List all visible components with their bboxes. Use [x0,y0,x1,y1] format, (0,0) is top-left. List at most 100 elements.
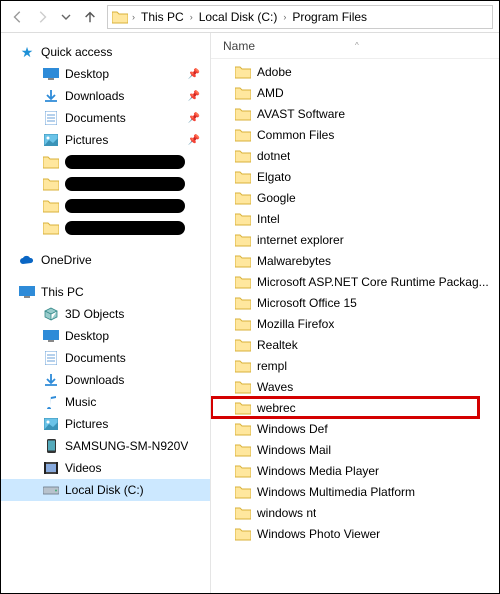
folder-name: AVAST Software [257,107,345,121]
forward-button[interactable] [31,6,53,28]
folder-row[interactable]: Malwarebytes [211,250,499,271]
folder-icon [43,198,59,214]
folder-row[interactable]: Adobe [211,61,499,82]
nav-label: Pictures [65,133,108,147]
folder-row[interactable]: Google [211,187,499,208]
nav-music[interactable]: Music [1,391,210,413]
folder-icon [235,421,251,437]
folder-name: rempl [257,359,287,373]
nav-desktop[interactable]: Desktop 📌 [1,63,210,85]
folder-row[interactable]: internet explorer [211,229,499,250]
folder-name: Windows Media Player [257,464,379,478]
folder-icon [235,295,251,311]
folder-icon [235,400,251,416]
folder-icon [235,127,251,143]
folder-row[interactable]: Realtek [211,334,499,355]
nav-label: Desktop [65,67,109,81]
redacted-label [65,199,185,213]
nav-redacted-4[interactable] [1,217,210,239]
folder-row[interactable]: Windows Def [211,418,499,439]
pictures-icon [43,132,59,148]
phone-icon [43,438,59,454]
folder-row[interactable]: AMD [211,82,499,103]
nav-redacted-2[interactable] [1,173,210,195]
pin-icon: 📌 [188,91,200,102]
desktop-icon [43,66,59,82]
redacted-label [65,177,185,191]
document-icon [43,110,59,126]
address-bar[interactable]: › This PC › Local Disk (C:) › Program Fi… [107,5,493,29]
nav-this-pc[interactable]: This PC [1,281,210,303]
folder-row[interactable]: Elgato [211,166,499,187]
folder-icon [235,316,251,332]
folder-icon [235,211,251,227]
nav-pictures[interactable]: Pictures 📌 [1,129,210,151]
nav-videos[interactable]: Videos [1,457,210,479]
nav-quick-access[interactable]: ★ Quick access [1,41,210,63]
nav-redacted-1[interactable] [1,151,210,173]
folder-row[interactable]: Windows Media Player [211,460,499,481]
nav-redacted-3[interactable] [1,195,210,217]
folder-row[interactable]: Intel [211,208,499,229]
pc-icon [19,284,35,300]
nav-documents[interactable]: Documents 📌 [1,107,210,129]
folder-icon [235,148,251,164]
nav-documents-2[interactable]: Documents [1,347,210,369]
video-icon [43,460,59,476]
breadcrumb-this-pc[interactable]: This PC [139,10,186,24]
folder-icon [235,169,251,185]
breadcrumb-local-disk[interactable]: Local Disk (C:) [197,10,280,24]
nav-samsung-device[interactable]: SAMSUNG-SM-N920V [1,435,210,457]
folder-row[interactable]: Windows Photo Viewer [211,523,499,544]
nav-label: Local Disk (C:) [65,483,144,497]
column-header-name[interactable]: Name [223,39,255,53]
breadcrumb-program-files[interactable]: Program Files [290,10,369,24]
folder-name: webrec [257,401,296,415]
nav-label: 3D Objects [65,307,124,321]
nav-label: Downloads [65,373,124,387]
folder-name: Intel [257,212,280,226]
folder-row[interactable]: Microsoft Office 15 [211,292,499,313]
nav-downloads[interactable]: Downloads 📌 [1,85,210,107]
chevron-right-icon: › [188,12,195,22]
folder-row[interactable]: windows nt [211,502,499,523]
folder-name: Adobe [257,65,292,79]
folder-icon [235,526,251,542]
desktop-icon [43,328,59,344]
nav-3d-objects[interactable]: 3D Objects [1,303,210,325]
folder-name: Windows Photo Viewer [257,527,380,541]
nav-onedrive[interactable]: OneDrive [1,249,210,271]
folder-row[interactable]: webrec [211,397,479,418]
pin-icon: 📌 [188,113,200,124]
folder-row[interactable]: Mozilla Firefox [211,313,499,334]
up-button[interactable] [79,6,101,28]
folder-row[interactable]: Windows Mail [211,439,499,460]
nav-downloads-2[interactable]: Downloads [1,369,210,391]
download-icon [43,372,59,388]
folder-row[interactable]: dotnet [211,145,499,166]
folder-row[interactable]: Windows Multimedia Platform [211,481,499,502]
document-icon [43,350,59,366]
folder-name: Google [257,191,296,205]
recent-dropdown[interactable] [55,6,77,28]
folder-row[interactable]: Common Files [211,124,499,145]
folder-name: windows nt [257,506,316,520]
back-button[interactable] [7,6,29,28]
folder-row[interactable]: Waves [211,376,499,397]
nav-label: Desktop [65,329,109,343]
folder-row[interactable]: AVAST Software [211,103,499,124]
folder-icon [235,64,251,80]
nav-pictures-2[interactable]: Pictures [1,413,210,435]
nav-desktop-2[interactable]: Desktop [1,325,210,347]
folder-icon [235,190,251,206]
folder-name: dotnet [257,149,290,163]
folder-icon [235,484,251,500]
folder-row[interactable]: rempl [211,355,499,376]
folder-row[interactable]: Microsoft ASP.NET Core Runtime Packag... [211,271,499,292]
folder-name: Microsoft Office 15 [257,296,357,310]
folder-icon [235,358,251,374]
folder-name: Mozilla Firefox [257,317,334,331]
pin-icon: 📌 [188,135,200,146]
nav-local-disk-c[interactable]: Local Disk (C:) [1,479,210,501]
nav-label: This PC [41,285,84,299]
